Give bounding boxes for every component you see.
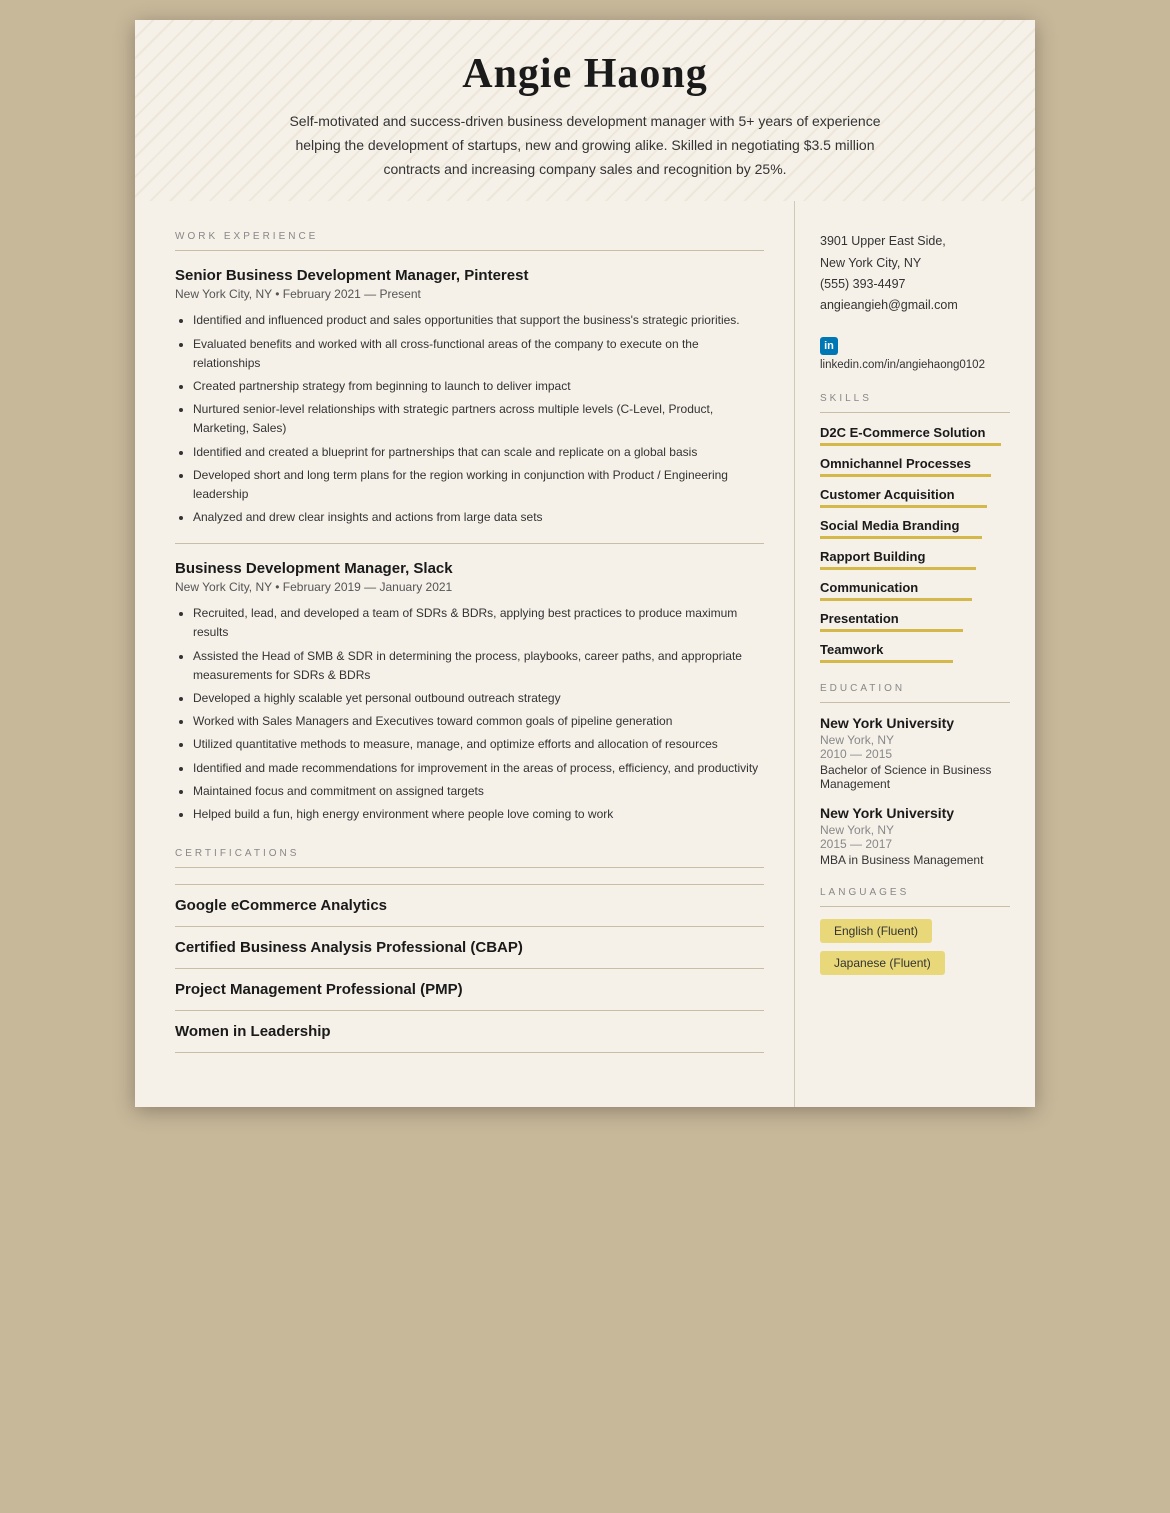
skill-name-5: Communication [820, 580, 1010, 595]
job-divider [175, 543, 764, 544]
skill-name-6: Presentation [820, 611, 1010, 626]
list-item: Identified and made recommendations for … [193, 759, 764, 778]
list-item: Identified and influenced product and sa… [193, 311, 764, 330]
linkedin-icon: in [820, 337, 838, 355]
skill-item-3: Social Media Branding [820, 518, 1010, 539]
skill-bar-7 [820, 660, 953, 663]
job-2-bullets: Recruited, lead, and developed a team of… [175, 604, 764, 824]
job-2-meta: New York City, NY • February 2019 — Janu… [175, 580, 764, 594]
main-content: WORK EXPERIENCE Senior Business Developm… [135, 201, 1035, 1107]
cert-3: Project Management Professional (PMP) [175, 969, 764, 1010]
languages-label: LANGUAGES [820, 887, 1010, 898]
list-item: Evaluated benefits and worked with all c… [193, 335, 764, 373]
list-item: Developed short and long term plans for … [193, 466, 764, 504]
skill-name-3: Social Media Branding [820, 518, 1010, 533]
edu-2-degree: MBA in Business Management [820, 853, 1010, 867]
skill-name-7: Teamwork [820, 642, 1010, 657]
languages-section: LANGUAGES English (Fluent) Japanese (Flu… [820, 887, 1010, 983]
right-column: 3901 Upper East Side,New York City, NY (… [795, 201, 1035, 1107]
edu-2-school: New York University [820, 805, 1010, 821]
list-item: Created partnership strategy from beginn… [193, 377, 764, 396]
skill-name-0: D2C E-Commerce Solution [820, 425, 1010, 440]
phone: (555) 393-4497 [820, 274, 1010, 295]
skill-item-6: Presentation [820, 611, 1010, 632]
linkedin-section: in linkedin.com/in/angiehaong0102 [820, 336, 1010, 372]
edu-1-school: New York University [820, 715, 1010, 731]
skill-name-2: Customer Acquisition [820, 487, 1010, 502]
edu-1-degree: Bachelor of Science in Business Manageme… [820, 763, 1010, 791]
skill-item-2: Customer Acquisition [820, 487, 1010, 508]
skill-bar-6 [820, 629, 963, 632]
skills-label: SKILLS [820, 393, 1010, 404]
list-item: Analyzed and drew clear insights and act… [193, 508, 764, 527]
cert-1: Google eCommerce Analytics [175, 885, 764, 926]
cert-divider-4 [175, 1052, 764, 1053]
edu-1-location: New York, NY [820, 733, 1010, 747]
cert-2: Certified Business Analysis Professional… [175, 927, 764, 968]
skill-item-4: Rapport Building [820, 549, 1010, 570]
skill-bar-2 [820, 505, 987, 508]
list-item: Nurtured senior-level relationships with… [193, 400, 764, 438]
edu-1-years: 2010 — 2015 [820, 747, 1010, 761]
job-1: Senior Business Development Manager, Pin… [175, 267, 764, 527]
cert-4: Women in Leadership [175, 1011, 764, 1052]
certifications-divider [175, 867, 764, 868]
education-section: EDUCATION New York University New York, … [820, 683, 1010, 867]
list-item: Utilized quantitative methods to measure… [193, 735, 764, 754]
certifications-section: CERTIFICATIONS Google eCommerce Analytic… [175, 848, 764, 1053]
list-item: Recruited, lead, and developed a team of… [193, 604, 764, 642]
edu-2-location: New York, NY [820, 823, 1010, 837]
language-1: Japanese (Fluent) [820, 951, 945, 975]
language-0: English (Fluent) [820, 919, 932, 943]
skill-item-7: Teamwork [820, 642, 1010, 663]
job-2-title: Business Development Manager, Slack [175, 560, 764, 577]
edu-2: New York University New York, NY 2015 — … [820, 805, 1010, 867]
email: angieangieh@gmail.com [820, 295, 1010, 316]
skill-item-0: D2C E-Commerce Solution [820, 425, 1010, 446]
work-experience-divider [175, 250, 764, 251]
certifications-label: CERTIFICATIONS [175, 848, 764, 859]
job-1-bullets: Identified and influenced product and sa… [175, 311, 764, 527]
job-1-title: Senior Business Development Manager, Pin… [175, 267, 764, 284]
resume-document: Angie Haong Self-motivated and success-d… [135, 20, 1035, 1107]
address: 3901 Upper East Side,New York City, NY [820, 231, 1010, 274]
education-divider [820, 702, 1010, 703]
contact-info: 3901 Upper East Side,New York City, NY (… [820, 231, 1010, 316]
job-1-meta: New York City, NY • February 2021 — Pres… [175, 287, 764, 301]
skill-bar-3 [820, 536, 982, 539]
skill-name-4: Rapport Building [820, 549, 1010, 564]
language-badge-0: English (Fluent) [820, 919, 1010, 951]
list-item: Identified and created a blueprint for p… [193, 443, 764, 462]
list-item: Maintained focus and commitment on assig… [193, 782, 764, 801]
skill-bar-1 [820, 474, 991, 477]
skill-bar-4 [820, 567, 976, 570]
skill-name-1: Omnichannel Processes [820, 456, 1010, 471]
list-item: Helped build a fun, high energy environm… [193, 805, 764, 824]
candidate-name: Angie Haong [195, 50, 975, 98]
skills-section: SKILLS D2C E-Commerce Solution Omnichann… [820, 393, 1010, 663]
left-column: WORK EXPERIENCE Senior Business Developm… [135, 201, 795, 1107]
skill-item-5: Communication [820, 580, 1010, 601]
skill-bar-0 [820, 443, 1001, 446]
skill-item-1: Omnichannel Processes [820, 456, 1010, 477]
resume-header: Angie Haong Self-motivated and success-d… [135, 20, 1035, 201]
work-experience-section: WORK EXPERIENCE Senior Business Developm… [175, 231, 764, 824]
skill-bar-5 [820, 598, 972, 601]
skills-divider [820, 412, 1010, 413]
list-item: Worked with Sales Managers and Executive… [193, 712, 764, 731]
list-item: Assisted the Head of SMB & SDR in determ… [193, 647, 764, 685]
edu-2-years: 2015 — 2017 [820, 837, 1010, 851]
languages-divider [820, 906, 1010, 907]
linkedin-url: linkedin.com/in/angiehaong0102 [820, 359, 985, 371]
job-2: Business Development Manager, Slack New … [175, 560, 764, 824]
edu-1: New York University New York, NY 2010 — … [820, 715, 1010, 791]
work-experience-label: WORK EXPERIENCE [175, 231, 764, 242]
candidate-summary: Self-motivated and success-driven busine… [285, 110, 885, 181]
list-item: Developed a highly scalable yet personal… [193, 689, 764, 708]
language-badge-1: Japanese (Fluent) [820, 951, 1010, 983]
education-label: EDUCATION [820, 683, 1010, 694]
